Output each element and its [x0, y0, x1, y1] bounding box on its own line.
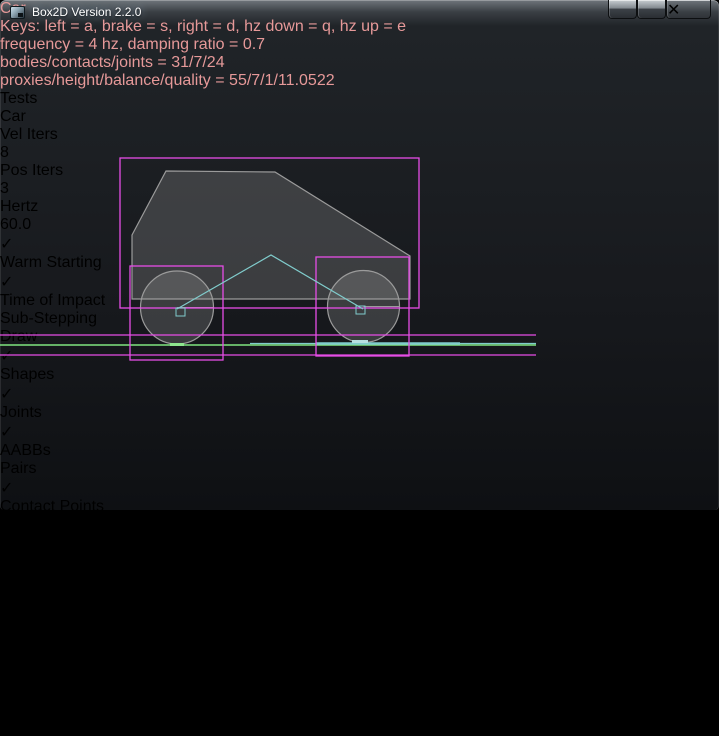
checkbox-label-contact-normals: Contact Normals	[0, 536, 719, 554]
checkbox-label-profile: Profile	[0, 646, 719, 664]
quit-button[interactable]: Quit	[0, 718, 719, 736]
app-window: Box2D Version 2.2.0 ✕ CarKeys: left = a,…	[0, 0, 719, 510]
check-icon: ✓	[0, 480, 13, 497]
close-button[interactable]: ✕	[666, 0, 711, 19]
pause-button[interactable]: Pause	[0, 664, 719, 682]
scene	[0, 0, 536, 473]
close-icon: ✕	[667, 0, 710, 20]
contact-point	[352, 340, 368, 343]
checkbox-label-statistics: Statistics	[0, 628, 719, 646]
caption-buttons: ✕	[608, 0, 711, 19]
checkbox-label-contact-forces: Contact Forces	[0, 554, 719, 572]
checkbox-label-contact-points: Contact Points	[0, 498, 719, 516]
checkbox-contact-normals[interactable]: ✓	[0, 516, 719, 536]
panel-buttons: PauseSingle StepRestartQuit	[0, 664, 719, 736]
checkbox-label-friction-forces: Friction Forces	[0, 572, 719, 590]
minimize-button[interactable]	[608, 0, 637, 19]
checkbox-contact-points[interactable]: ✓	[0, 478, 719, 498]
check-icon: ✓	[0, 518, 13, 535]
contact-point	[170, 343, 184, 346]
checkbox-label-center-of-masses: Center of Masses	[0, 590, 719, 608]
restart-button[interactable]: Restart	[0, 700, 719, 718]
check-icon: ✓	[0, 610, 13, 627]
single-step-button[interactable]: Single Step	[0, 682, 719, 700]
checkbox-statistics[interactable]: ✓	[0, 608, 719, 628]
client-area: CarKeys: left = a, brake = s, right = d,…	[0, 0, 719, 736]
maximize-button[interactable]	[637, 0, 666, 19]
